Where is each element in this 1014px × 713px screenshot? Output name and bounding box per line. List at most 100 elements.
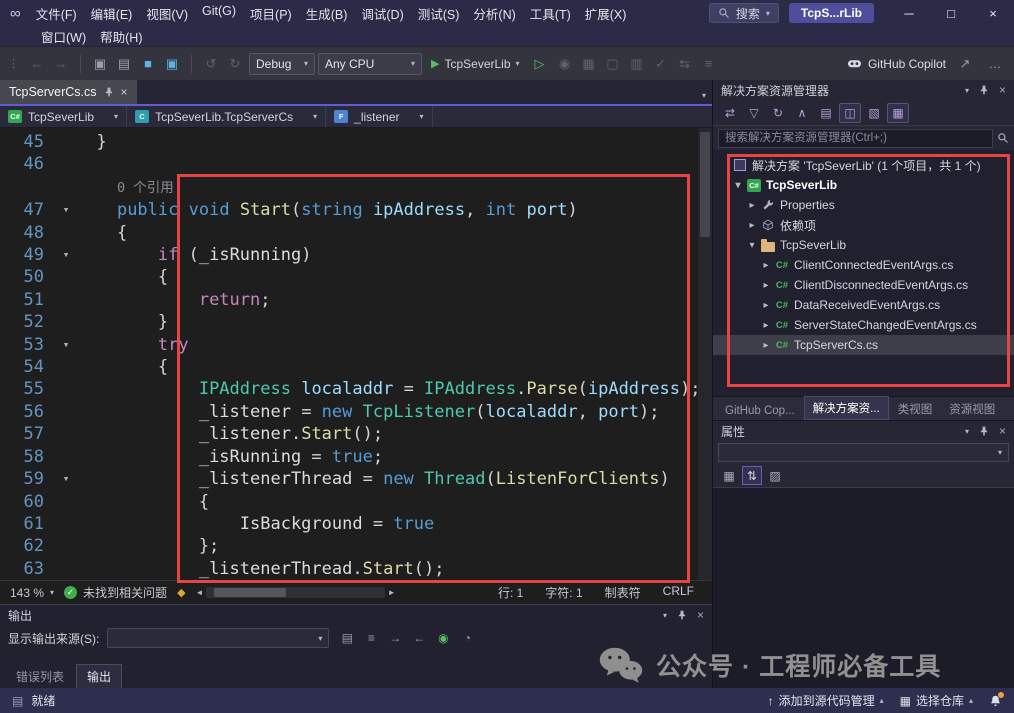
menu-item[interactable]: 调试(D) bbox=[354, 1, 410, 26]
menu-item[interactable]: 生成(B) bbox=[299, 1, 355, 26]
platform-dropdown[interactable]: Any CPU ▾ bbox=[318, 53, 422, 75]
tree-item[interactable]: 解决方案 'TcpSeverLib' (1 个项目，共 1 个) bbox=[713, 155, 1014, 175]
vertical-scrollbar[interactable] bbox=[698, 128, 712, 580]
line-ending-indicator[interactable]: CRLF bbox=[663, 584, 694, 601]
menu-item[interactable]: 分析(N) bbox=[466, 1, 522, 26]
maximize-button[interactable]: □ bbox=[930, 0, 972, 26]
scroll-left-icon[interactable]: ◄ bbox=[196, 588, 204, 597]
minimize-button[interactable]: ─ bbox=[888, 0, 930, 26]
properties-icon[interactable]: ▧ bbox=[863, 103, 885, 123]
refresh-icon[interactable]: ↻ bbox=[767, 103, 789, 123]
line-endings-icon[interactable]: ≡ bbox=[698, 53, 720, 75]
document-list-icon[interactable]: ▾ bbox=[702, 91, 706, 100]
expander-right-icon[interactable]: ▸ bbox=[759, 260, 773, 271]
expander-down-icon[interactable]: ▾ bbox=[745, 240, 759, 251]
notifications-button[interactable] bbox=[989, 694, 1002, 708]
expander-right-icon[interactable]: ▸ bbox=[759, 280, 773, 291]
tree-item[interactable]: ▸C#ClientDisconnectedEventArgs.cs bbox=[713, 275, 1014, 295]
scrollbar-thumb[interactable] bbox=[700, 132, 710, 237]
scroll-right-icon[interactable]: ► bbox=[388, 588, 396, 597]
indent-icon[interactable]: → bbox=[385, 628, 405, 648]
tree-item[interactable]: ▾C#TcpSeverLib bbox=[713, 175, 1014, 195]
github-copilot-button[interactable]: GitHub Copilot bbox=[847, 57, 946, 71]
menu-item[interactable]: 项目(P) bbox=[243, 1, 299, 26]
close-tab-icon[interactable]: × bbox=[121, 85, 128, 99]
navigate-forward-icon[interactable]: → bbox=[50, 53, 72, 75]
window-menu-icon[interactable]: ▾ bbox=[965, 86, 969, 95]
breadcrumb-segment[interactable]: F_listener▾ bbox=[326, 106, 432, 127]
select-repository-button[interactable]: ▦ 选择仓库 ▴ bbox=[900, 692, 973, 709]
tree-item[interactable]: ▸Properties bbox=[713, 195, 1014, 215]
alphabetical-icon[interactable]: ⇅ bbox=[742, 466, 762, 485]
close-button[interactable]: × bbox=[972, 0, 1014, 26]
open-folder-icon[interactable]: ▤ bbox=[113, 53, 135, 75]
document-health-indicator[interactable]: ✓ 未找到相关问题 bbox=[64, 584, 167, 601]
menu-item[interactable]: 帮助(H) bbox=[93, 24, 149, 49]
indentation-indicator[interactable]: 制表符 bbox=[605, 584, 641, 601]
expander-right-icon[interactable]: ▸ bbox=[745, 220, 759, 231]
categorized-icon[interactable]: ▦ bbox=[719, 466, 739, 485]
tree-item[interactable]: ▸C#DataReceivedEventArgs.cs bbox=[713, 295, 1014, 315]
pin-icon[interactable] bbox=[677, 609, 687, 621]
switch-views-icon[interactable]: ▦ bbox=[887, 103, 909, 123]
pin-icon[interactable] bbox=[979, 425, 989, 437]
fold-arrow-icon[interactable]: ▾ bbox=[56, 468, 76, 490]
fold-arrow-icon[interactable]: ▾ bbox=[56, 244, 76, 266]
save-all-icon[interactable]: ▣ bbox=[161, 53, 183, 75]
tree-item[interactable]: ▸C#ClientConnectedEventArgs.cs bbox=[713, 255, 1014, 275]
zoom-dropdown[interactable]: 143 % ▾ bbox=[10, 586, 54, 600]
close-panel-icon[interactable]: × bbox=[999, 83, 1006, 97]
horizontal-scrollbar[interactable]: ◄ ► bbox=[196, 587, 396, 598]
expander-right-icon[interactable]: ▸ bbox=[759, 300, 773, 311]
tab-tcpservercs[interactable]: TcpServerCs.cs × bbox=[0, 80, 137, 104]
panel-tab[interactable]: 输出 bbox=[76, 664, 122, 689]
tree-item[interactable]: ▾TcpSeverLib bbox=[713, 235, 1014, 255]
history-icon[interactable]: ◔ bbox=[457, 628, 477, 648]
spell-check-icon[interactable]: ✓ bbox=[650, 53, 672, 75]
expander-down-icon[interactable]: ▾ bbox=[731, 180, 745, 191]
clear-all-icon[interactable]: ▤ bbox=[337, 628, 357, 648]
close-panel-icon[interactable]: × bbox=[999, 424, 1006, 438]
pin-icon[interactable] bbox=[104, 86, 114, 98]
outdent-icon[interactable]: ← bbox=[409, 628, 429, 648]
menu-item[interactable]: 窗口(W) bbox=[34, 24, 93, 49]
start-debugging-button[interactable]: ▶ TcpSeverLib ▾ bbox=[425, 52, 526, 76]
codelens-references[interactable]: 0 个引用 bbox=[117, 180, 174, 196]
expander-right-icon[interactable]: ▸ bbox=[759, 320, 773, 331]
search-icon[interactable] bbox=[997, 132, 1009, 144]
breadcrumb-segment[interactable]: C#TcpSeverLib▾ bbox=[0, 106, 127, 127]
solution-search-input[interactable] bbox=[718, 129, 993, 148]
column-guides-icon[interactable]: ▥ bbox=[626, 53, 648, 75]
new-window-icon[interactable]: ▣ bbox=[89, 53, 111, 75]
sync-with-active-document-icon[interactable]: ⇄ bbox=[719, 103, 741, 123]
scrollbar-thumb[interactable] bbox=[214, 588, 286, 597]
word-wrap-icon[interactable]: ≡ bbox=[361, 628, 381, 648]
expander-right-icon[interactable]: ▸ bbox=[745, 200, 759, 211]
menu-item[interactable]: 工具(T) bbox=[523, 1, 578, 26]
add-to-source-control-button[interactable]: ↑ 添加到源代码管理 ▴ bbox=[768, 692, 884, 709]
autoscroll-icon[interactable]: ◉ bbox=[433, 628, 453, 648]
configuration-dropdown[interactable]: Debug ▾ bbox=[249, 53, 315, 75]
window-menu-icon[interactable]: ▾ bbox=[965, 427, 969, 436]
preview-selected-items-icon[interactable]: ◫ bbox=[839, 103, 861, 123]
output-source-dropdown[interactable]: ▾ bbox=[107, 628, 329, 648]
close-panel-icon[interactable]: × bbox=[697, 608, 704, 622]
profiler-icon[interactable]: ◉ bbox=[554, 53, 576, 75]
panel-tab[interactable]: 类视图 bbox=[890, 398, 941, 420]
share-icon[interactable]: ↗ bbox=[954, 53, 976, 75]
feedback-menu-icon[interactable]: … bbox=[984, 53, 1006, 75]
menu-item[interactable]: Git(G) bbox=[195, 1, 243, 26]
undo-icon[interactable]: ↺ bbox=[200, 53, 222, 75]
show-all-files-icon[interactable]: ▤ bbox=[815, 103, 837, 123]
fold-arrow-icon[interactable]: ▾ bbox=[56, 199, 76, 221]
menu-item[interactable]: 文件(F) bbox=[29, 1, 84, 26]
expander-right-icon[interactable]: ▸ bbox=[759, 340, 773, 351]
panel-tab[interactable]: 解决方案资... bbox=[804, 396, 889, 420]
property-pages-icon[interactable]: ▨ bbox=[765, 466, 785, 485]
redo-icon[interactable]: ↻ bbox=[224, 53, 246, 75]
menu-item[interactable]: 扩展(X) bbox=[578, 1, 634, 26]
save-icon[interactable]: ■ bbox=[137, 53, 159, 75]
search-box[interactable]: 搜索 ▾ bbox=[709, 3, 779, 23]
tree-item[interactable]: ▸C#ServerStateChangedEventArgs.cs bbox=[713, 315, 1014, 335]
collapse-all-icon[interactable]: ∧ bbox=[791, 103, 813, 123]
